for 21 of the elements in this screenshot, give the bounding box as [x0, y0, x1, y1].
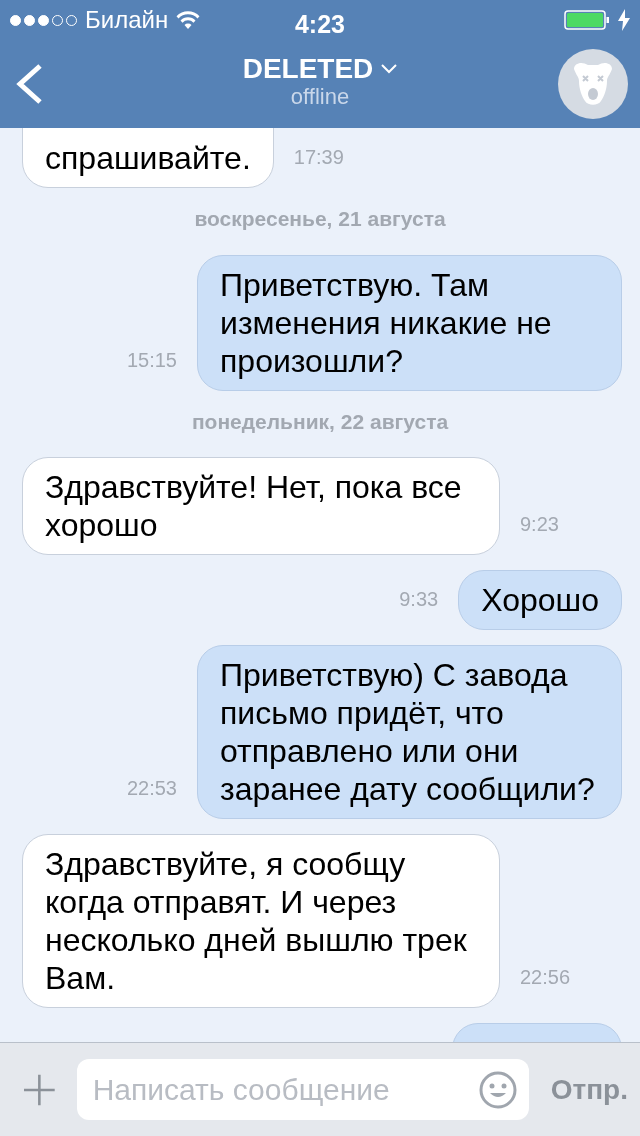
message-field[interactable]: Написать сообщение: [76, 1059, 529, 1120]
carrier-name: Билайн: [85, 5, 169, 35]
message-time: 15:15: [126, 347, 177, 373]
incoming-message: Здравствуйте! Нет, пока все хорошо: [22, 457, 500, 555]
contact-name[interactable]: DELETED: [242, 54, 374, 85]
outgoing-message: Приветствую. Там изменения никакие не произошли?: [197, 254, 622, 391]
message-time: 9:33: [399, 587, 439, 612]
message-time: 17:39: [293, 145, 344, 170]
message-time: 22:56: [520, 965, 571, 990]
outgoing-message: Приветствую) С завода письмо придёт, что отправлено или они заранее дату сообщили?: [197, 645, 622, 819]
message-time: 9:23: [520, 512, 559, 537]
contact-status: offline: [290, 84, 350, 109]
message-time: 22:53: [126, 776, 177, 801]
outgoing-message: Хорошо: [458, 570, 622, 630]
message-input-field[interactable]: Написать сообщение: [92, 1067, 479, 1112]
clock-time: 4:23: [294, 9, 345, 40]
date-separator: понедельник, 22 августа: [190, 408, 450, 435]
send-button[interactable]: Отпр.: [550, 1068, 628, 1111]
incoming-message: спрашивайте.: [22, 128, 274, 188]
date-separator: воскресенье, 21 августа: [193, 206, 447, 232]
incoming-message: Здравствуйте, я сообщу когда отправят. И через несколько дней вышлю трек Вам.: [22, 834, 500, 1008]
